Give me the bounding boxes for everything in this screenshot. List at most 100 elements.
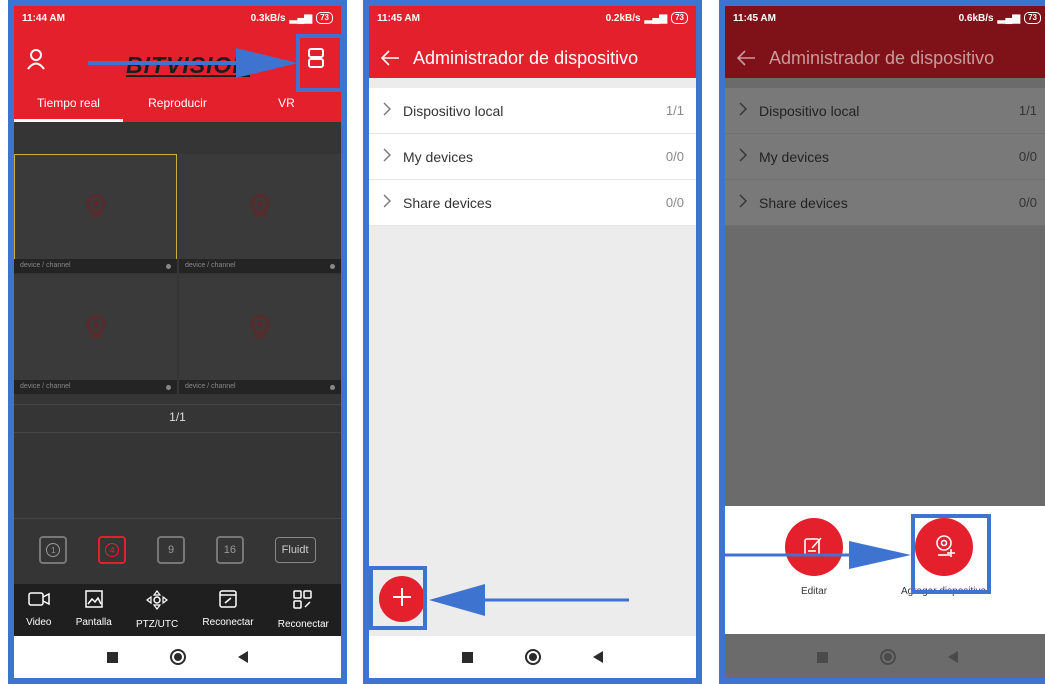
group-row-my-devices[interactable]: My devices 0/0 — [725, 134, 1045, 180]
reconnect-all-button[interactable]: Reconectar — [278, 590, 329, 640]
layout-1-button[interactable]: 1 — [39, 536, 68, 564]
phone-screen-3: 11:45 AM 0.6kB/s ▂▄▆ 73 Administrador de… — [725, 6, 1045, 678]
layout-selector: 1 4 9 16 Fluidt — [14, 532, 341, 568]
tab-live[interactable]: Tiempo real — [14, 88, 123, 122]
cell-label: device / channel — [179, 259, 341, 273]
camera-placeholder-icon — [83, 313, 109, 344]
tab-playback[interactable]: Reproducir — [123, 88, 232, 122]
group-row-share-devices[interactable]: Share devices 0/0 — [369, 180, 696, 226]
back-icon[interactable] — [593, 651, 603, 663]
signal-icon: ▂▄▆ — [644, 12, 668, 24]
screenshot-label: Pantalla — [75, 617, 112, 628]
network-speed: 0.2kB/s — [605, 12, 641, 24]
recents-icon[interactable] — [816, 651, 828, 663]
signal-icon: ▂▄▆ — [997, 12, 1021, 24]
page-title: Administrador de dispositivo — [769, 48, 995, 68]
back-icon[interactable] — [238, 651, 248, 663]
group-count: 0/0 — [665, 195, 684, 210]
camera-cell[interactable]: device / channel — [14, 275, 177, 394]
battery-icon: 73 — [316, 12, 333, 24]
battery-icon: 73 — [1024, 12, 1041, 24]
camera-cell[interactable]: device / channel — [14, 154, 177, 273]
arrow-annotation — [725, 541, 911, 569]
arrow-annotation — [429, 584, 629, 616]
tab-bar: Tiempo real Reproducir VR — [14, 88, 341, 122]
arrow-annotation — [88, 48, 298, 78]
chevron-right-icon — [739, 194, 747, 211]
group-label: Dispositivo local — [403, 102, 504, 119]
tab-vr[interactable]: VR — [232, 88, 341, 122]
video-label: Video — [26, 617, 52, 628]
layout-9-button[interactable]: 9 — [157, 536, 186, 564]
status-bar: 11:44 AM 0.3kB/s ▂▄▆ 73 — [14, 6, 341, 30]
group-label: My devices — [403, 148, 474, 165]
chevron-right-icon — [739, 102, 747, 119]
status-time: 11:45 AM — [733, 12, 776, 24]
ptz-label: PTZ/UTC — [136, 619, 179, 630]
layout-16-button[interactable]: 16 — [215, 536, 244, 564]
system-nav-bar — [14, 636, 341, 678]
page-indicator: 1/1 — [169, 410, 186, 424]
group-count: 0/0 — [665, 149, 684, 164]
status-bar: 11:45 AM 0.6kB/s ▂▄▆ 73 — [725, 6, 1045, 30]
stream-quality-button[interactable]: Fluidt — [274, 537, 316, 563]
group-row-local[interactable]: Dispositivo local 1/1 — [369, 88, 696, 134]
battery-icon: 73 — [671, 12, 688, 24]
action-sheet: Editar Agregar dispositivo — [725, 506, 1045, 634]
back-icon[interactable] — [947, 651, 958, 663]
group-label: Dispositivo local — [759, 102, 860, 119]
status-time: 11:45 AM — [377, 12, 420, 24]
device-group-list: Dispositivo local 1/1 My devices 0/0 Sha… — [369, 88, 696, 226]
home-icon[interactable] — [170, 649, 186, 665]
reconnect-icon — [218, 590, 238, 611]
screen-add-device-menu: 11:45 AM 0.6kB/s ▂▄▆ 73 Administrador de… — [719, 0, 1045, 684]
system-nav-bar — [369, 636, 696, 678]
phone-screen-2: 11:45 AM 0.2kB/s ▂▄▆ 73 Administrador de… — [369, 6, 696, 678]
divider — [14, 432, 341, 433]
screenshot-button[interactable]: Pantalla — [76, 590, 112, 640]
status-dot — [166, 385, 171, 390]
screen-device-manager: 11:45 AM 0.2kB/s ▂▄▆ 73 Administrador de… — [363, 0, 702, 684]
video-icon — [28, 590, 50, 611]
user-icon[interactable] — [26, 48, 46, 70]
group-row-my-devices[interactable]: My devices 0/0 — [369, 134, 696, 180]
chevron-right-icon — [383, 102, 391, 119]
back-arrow-icon[interactable] — [735, 48, 757, 73]
camera-cell[interactable]: device / channel — [179, 154, 341, 273]
group-count: 0/0 — [1018, 149, 1037, 164]
camera-cell[interactable]: device / channel — [179, 275, 341, 394]
edit-label: Editar — [800, 586, 828, 597]
reconnect-all-label: Reconectar — [277, 619, 329, 630]
group-count: 0/0 — [1018, 195, 1037, 210]
back-arrow-icon[interactable] — [379, 48, 401, 73]
camera-grid: device / channel device / channel device… — [14, 154, 341, 394]
group-count: 1/1 — [1018, 103, 1037, 118]
app-bar: 11:45 AM 0.2kB/s ▂▄▆ 73 Administrador de… — [369, 6, 696, 78]
phone-screen-1: 11:44 AM 0.3kB/s ▂▄▆ 73 BITVISION Tiempo… — [14, 6, 341, 678]
ptz-button[interactable]: PTZ/UTC — [136, 590, 178, 640]
group-row-share-devices[interactable]: Share devices 0/0 — [725, 180, 1045, 226]
home-icon[interactable] — [879, 649, 896, 665]
screenshot-icon — [84, 590, 104, 611]
system-nav-bar — [725, 636, 1045, 678]
status-dot — [330, 385, 335, 390]
group-label: Share devices — [403, 194, 492, 211]
recents-icon[interactable] — [107, 651, 118, 663]
camera-placeholder-icon — [83, 192, 109, 223]
highlight-box — [911, 514, 991, 594]
layout-4-button[interactable]: 4 — [98, 536, 127, 564]
camera-placeholder-icon — [247, 313, 273, 344]
video-button[interactable]: Video — [26, 590, 52, 640]
chevron-right-icon — [383, 148, 391, 165]
app-bar: 11:45 AM 0.6kB/s ▂▄▆ 73 Administrador de… — [725, 6, 1045, 78]
recents-icon[interactable] — [462, 651, 473, 663]
screen-live-view: 11:44 AM 0.3kB/s ▂▄▆ 73 BITVISION Tiempo… — [8, 0, 347, 684]
home-icon[interactable] — [525, 649, 541, 665]
status-bar: 11:45 AM 0.2kB/s ▂▄▆ 73 — [369, 6, 696, 30]
status-dot — [166, 264, 171, 269]
reconnect-button[interactable]: Reconectar — [202, 590, 254, 640]
group-row-local[interactable]: Dispositivo local 1/1 — [725, 88, 1045, 134]
ptz-icon — [146, 590, 169, 613]
page-title: Administrador de dispositivo — [413, 48, 639, 68]
group-label: My devices — [759, 148, 830, 165]
